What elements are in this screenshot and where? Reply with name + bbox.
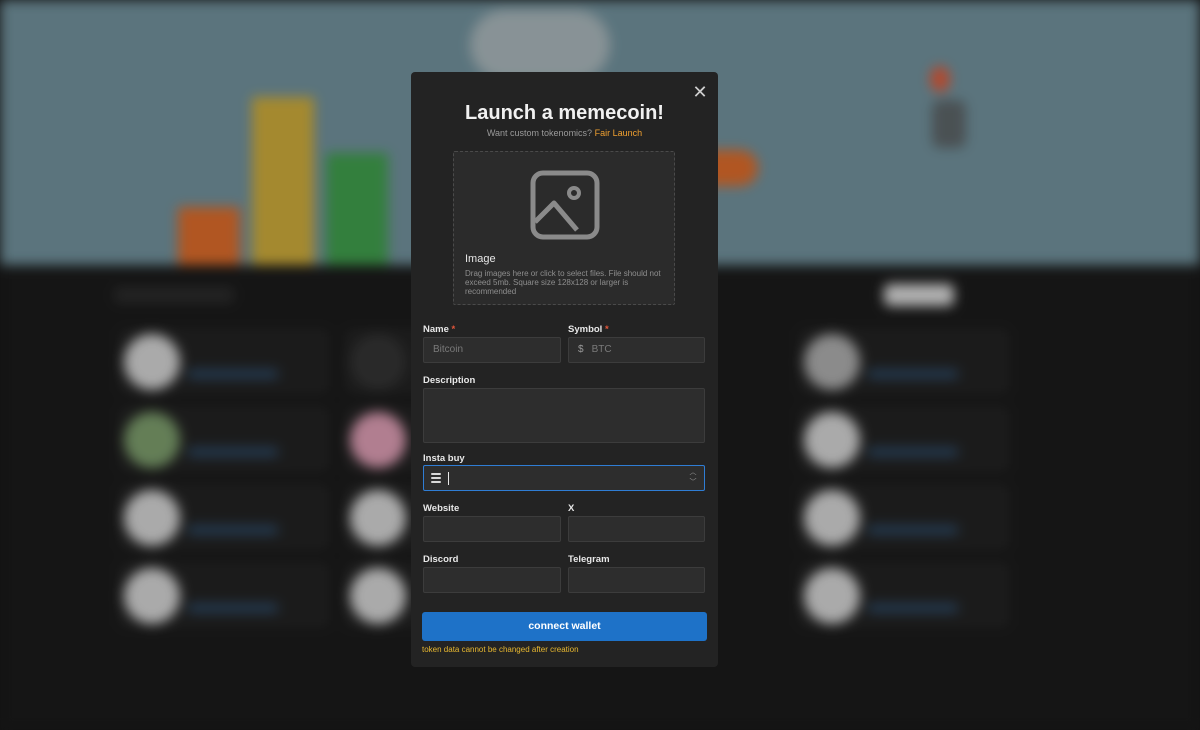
launch-memecoin-modal: ✕ Launch a memecoin! Want custom tokenom… <box>411 72 718 667</box>
close-icon[interactable]: ✕ <box>692 83 708 101</box>
description-label: Description <box>423 375 476 386</box>
chevron-down-icon[interactable]: ﹀ <box>688 478 698 488</box>
connect-wallet-button[interactable]: connect wallet <box>422 612 707 641</box>
name-placeholder: Bitcoin <box>433 344 464 355</box>
website-label: Website <box>423 503 460 514</box>
text-caret <box>448 472 449 485</box>
name-input[interactable]: Bitcoin <box>423 337 561 363</box>
subtitle-text: Want custom tokenomics? <box>486 128 593 138</box>
dollar-prefix: $ <box>578 344 584 355</box>
fair-launch-link[interactable]: Fair Launch <box>595 128 643 138</box>
insta-buy-label: Insta buy <box>423 453 465 464</box>
website-input[interactable] <box>423 516 561 542</box>
x-label: X <box>568 503 575 514</box>
creation-warning: token data cannot be changed after creat… <box>422 645 579 654</box>
number-stepper[interactable]: ︿ ﹀ <box>688 468 698 488</box>
solana-icon <box>431 473 441 483</box>
dropzone-title: Image <box>465 253 496 265</box>
dropzone-help-text: Drag images here or click to select file… <box>465 269 661 296</box>
chevron-up-icon[interactable]: ︿ <box>688 468 698 478</box>
symbol-label: Symbol * <box>568 324 609 335</box>
symbol-placeholder: BTC <box>591 344 612 355</box>
image-icon <box>530 170 600 240</box>
modal-subtitle: Want custom tokenomics? Fair Launch <box>411 128 718 138</box>
discord-input[interactable] <box>423 567 561 593</box>
telegram-label: Telegram <box>568 554 610 565</box>
x-input[interactable] <box>568 516 705 542</box>
modal-title: Launch a memecoin! <box>465 102 664 124</box>
discord-label: Discord <box>423 554 459 565</box>
symbol-input[interactable]: $ BTC <box>568 337 705 363</box>
description-textarea[interactable] <box>423 388 705 443</box>
telegram-input[interactable] <box>568 567 705 593</box>
image-dropzone[interactable]: Image Drag images here or click to selec… <box>453 151 675 305</box>
insta-buy-input[interactable]: ︿ ﹀ <box>423 465 705 491</box>
name-label: Name * <box>423 324 456 335</box>
